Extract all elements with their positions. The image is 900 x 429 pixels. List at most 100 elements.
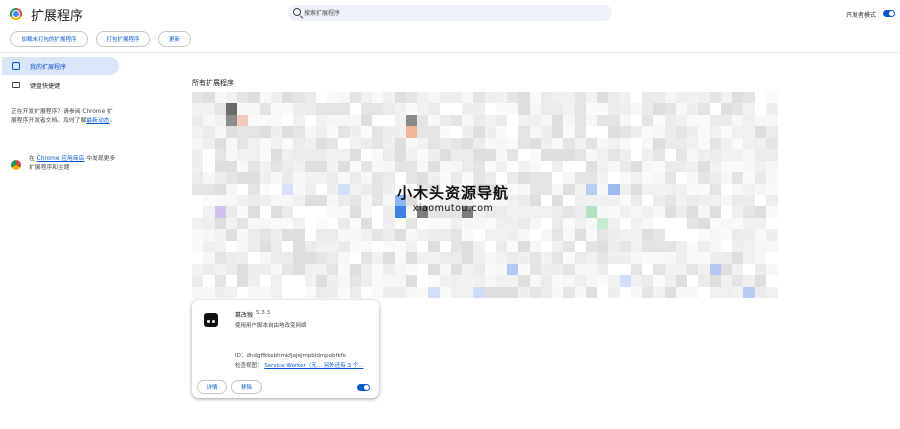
mosaic-tile [754, 217, 767, 230]
mosaic-tile [259, 195, 272, 207]
mosaic-tile [653, 217, 665, 230]
mosaic-tile [507, 229, 519, 242]
latest-news-link[interactable]: 最新动态 [86, 118, 109, 124]
mosaic-tile [473, 149, 485, 162]
mosaic-tile [214, 126, 227, 139]
mosaic-tile [675, 114, 688, 127]
sidebar-item-label: 键盘快捷键 [30, 83, 61, 90]
mosaic-tile [664, 217, 677, 230]
mosaic-tile [372, 114, 384, 127]
mosaic-tile [214, 195, 227, 207]
mosaic-tile [709, 114, 722, 127]
mosaic-tile [360, 183, 373, 196]
mosaic-tile [709, 126, 722, 139]
mosaic-tile [248, 160, 260, 173]
mosaic-tile [214, 206, 227, 219]
mosaic-tile [608, 137, 620, 150]
mosaic-tile [192, 275, 204, 288]
mosaic-tile [552, 240, 564, 253]
mosaic-tile [192, 206, 204, 219]
mosaic-tile [225, 263, 238, 276]
search-input[interactable] [304, 5, 604, 21]
mosaic-tile [428, 217, 440, 230]
mosaic-tile [698, 137, 710, 150]
mosaic-tile [675, 229, 688, 242]
pack-extension-button[interactable]: 打包扩展程序 [96, 31, 150, 47]
mosaic-tile [214, 286, 227, 299]
mosaic-tile [473, 103, 485, 116]
mosaic-tile [428, 137, 440, 150]
mosaic-tile [383, 286, 395, 299]
mosaic-tile [529, 137, 542, 150]
mosaic-tile [259, 217, 272, 230]
mosaic-tile [203, 240, 215, 253]
mosaic-tile [597, 229, 609, 242]
mosaic-tile [687, 252, 699, 265]
inspect-views: 检查视图： Service Worker（无... 另外还有 3 个... [235, 361, 363, 369]
mosaic-tile [642, 172, 654, 185]
mosaic-tile [540, 252, 553, 265]
mosaic-tile [214, 160, 227, 173]
mosaic-tile [529, 275, 542, 288]
mosaic-tile [754, 183, 767, 196]
mosaic-tile [675, 172, 688, 185]
mosaic-tile [619, 229, 632, 242]
mosaic-tile [315, 263, 328, 276]
mosaic-tile [698, 183, 710, 196]
dev-mode-toggle[interactable] [883, 10, 895, 17]
mosaic-tile [709, 240, 722, 253]
mosaic-tile [518, 275, 530, 288]
mosaic-tile [552, 206, 564, 219]
mosaic-tile [192, 229, 204, 242]
mosaic-tile [192, 263, 204, 276]
extension-enabled-toggle[interactable] [357, 384, 370, 391]
mosaic-tile [405, 149, 418, 162]
mosaic-tile [372, 183, 384, 196]
mosaic-tile [203, 252, 215, 265]
mosaic-tile [327, 263, 339, 276]
action-toolbar: 加载未打包的扩展程序 打包扩展程序 更新 [0, 30, 900, 52]
mosaic-tile [754, 275, 767, 288]
mosaic-tile [732, 92, 744, 104]
search-box[interactable] [288, 5, 612, 21]
mosaic-tile [732, 275, 744, 288]
mosaic-tile [473, 160, 485, 173]
mosaic-tile [338, 126, 350, 139]
mosaic-tile [675, 240, 688, 253]
details-button[interactable]: 详情 [197, 380, 227, 394]
mosaic-tile [315, 92, 328, 104]
mosaic-tile [642, 92, 654, 104]
sidebar-item-my-extensions[interactable]: 我的扩展程序 [2, 57, 119, 75]
mosaic-tile [563, 149, 575, 162]
mosaic-tile [248, 217, 260, 230]
mosaic-tile [315, 114, 328, 127]
mosaic-tile [450, 149, 463, 162]
remove-button[interactable]: 移除 [231, 380, 262, 394]
chrome-web-store-link[interactable]: Chrome 应用商店 [37, 156, 85, 162]
mosaic-tile [608, 183, 620, 196]
service-worker-link[interactable]: Service Worker（无... 另外还有 3 个... [264, 363, 363, 369]
mosaic-tile [653, 206, 665, 219]
mosaic-tile [214, 240, 227, 253]
mosaic-tile [574, 217, 587, 230]
mosaic-tile [270, 92, 283, 104]
mosaic-tile [405, 103, 418, 116]
mosaic-tile [552, 229, 564, 242]
mosaic-tile [293, 263, 305, 276]
load-unpacked-button[interactable]: 加载未打包的扩展程序 [10, 31, 88, 47]
mosaic-tile [394, 149, 407, 162]
mosaic-tile [338, 137, 350, 150]
mosaic-tile [327, 252, 339, 265]
mosaic-tile [462, 217, 474, 230]
mosaic-tile [304, 103, 317, 116]
mosaic-tile [630, 286, 643, 299]
mosaic-tile [383, 160, 395, 173]
mosaic-tile [484, 114, 497, 127]
update-button[interactable]: 更新 [158, 31, 191, 47]
mosaic-tile [372, 149, 384, 162]
mosaic-tile [248, 263, 260, 276]
mosaic-tile [349, 126, 362, 139]
sidebar-item-keyboard-shortcuts[interactable]: 键盘快捷键 [2, 76, 119, 94]
mosaic-tile [608, 206, 620, 219]
mosaic-tile [675, 160, 688, 173]
